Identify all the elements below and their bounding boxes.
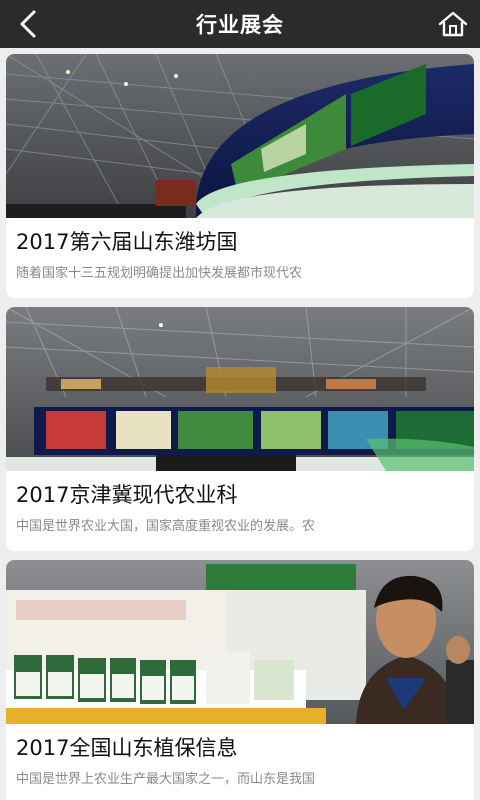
home-button[interactable] xyxy=(434,6,472,42)
list-item[interactable]: 2017京津冀现代农业科 中国是世界农业大国，国家高度重视农业的发展。农 xyxy=(6,307,474,551)
list-item[interactable]: 2017第六届山东潍坊国 随着国家十三五规划明确提出加快发展都市现代农 xyxy=(6,54,474,298)
home-icon xyxy=(438,10,468,38)
back-arrow-icon xyxy=(18,10,38,38)
back-button[interactable] xyxy=(10,6,46,42)
exhibition-hall-image xyxy=(6,307,474,471)
article-summary: 中国是世界上农业生产最大国家之一，而山东是我国 xyxy=(16,772,316,787)
exhibition-booth-image xyxy=(6,560,474,724)
exhibition-hall-image xyxy=(6,54,474,218)
exhibition-list: 2017第六届山东潍坊国 随着国家十三五规划明确提出加快发展都市现代农 2017… xyxy=(0,48,480,800)
article-summary: 中国是世界农业大国，国家高度重视农业的发展。农 xyxy=(16,519,316,534)
top-nav-bar: 行业展会 xyxy=(0,0,480,48)
article-title: 2017全国山东植保信息 xyxy=(16,736,238,760)
article-summary: 随着国家十三五规划明确提出加快发展都市现代农 xyxy=(16,266,303,281)
list-item[interactable]: 2017全国山东植保信息 中国是世界上农业生产最大国家之一，而山东是我国 xyxy=(6,560,474,800)
article-title: 2017第六届山东潍坊国 xyxy=(16,230,238,254)
article-title: 2017京津冀现代农业科 xyxy=(16,483,238,507)
page-title: 行业展会 xyxy=(196,13,284,37)
